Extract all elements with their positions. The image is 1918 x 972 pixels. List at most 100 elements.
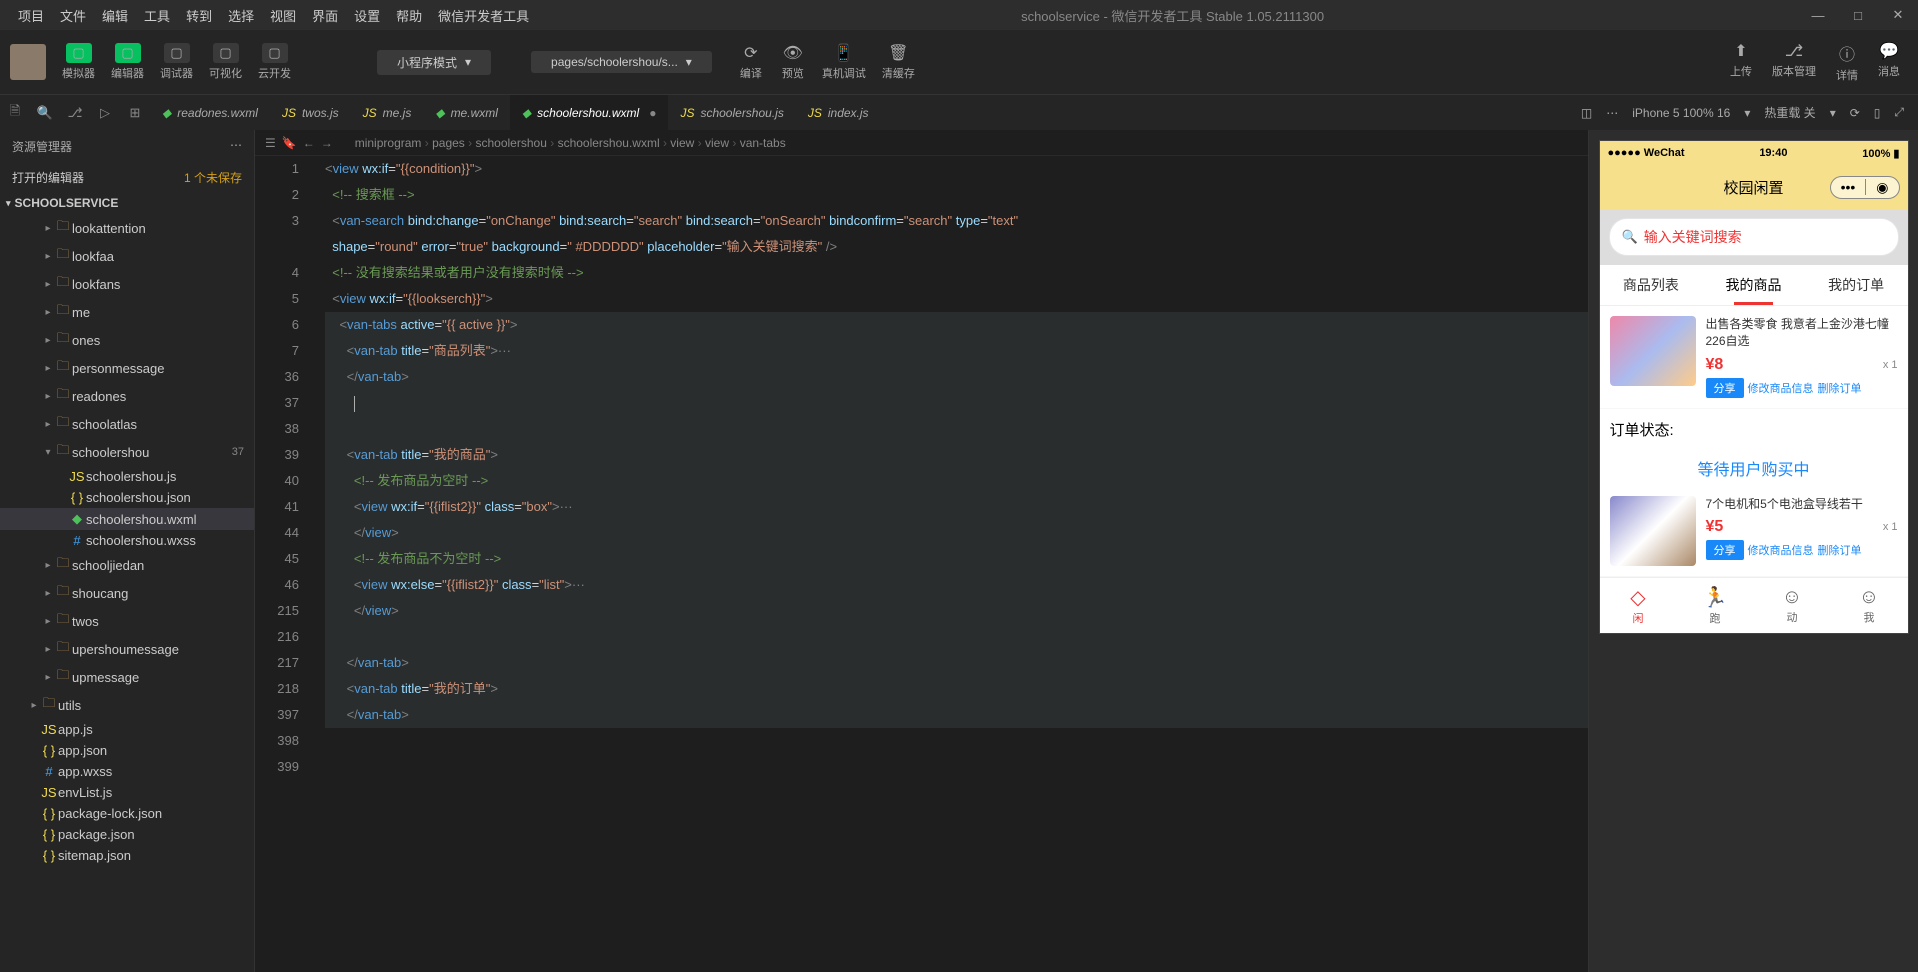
toolbar-版本管理[interactable]: ⎇版本管理: [1764, 39, 1824, 85]
tabbar-闲[interactable]: ◇闲: [1600, 578, 1677, 633]
tree-upmessage[interactable]: ▸🗀upmessage: [0, 663, 254, 691]
menu-帮助[interactable]: 帮助: [388, 6, 430, 25]
menu-设置[interactable]: 设置: [346, 6, 388, 25]
toolbar-上传[interactable]: ⬆上传: [1722, 39, 1760, 85]
tree-app.wxss[interactable]: #app.wxss: [0, 761, 254, 782]
tree-schoolatlas[interactable]: ▸🗀schoolatlas: [0, 410, 254, 438]
reload-info[interactable]: 热重载 关: [1764, 104, 1815, 121]
tree-ones[interactable]: ▸🗀ones: [0, 326, 254, 354]
tab-me.wxml[interactable]: ◆me.wxml: [423, 95, 510, 131]
tree-schoolershou.json[interactable]: { }schoolershou.json: [0, 487, 254, 508]
tree-readones[interactable]: ▸🗀readones: [0, 382, 254, 410]
share-button[interactable]: 分享: [1706, 540, 1744, 560]
split-icon[interactable]: ◫: [1581, 106, 1592, 120]
share-button[interactable]: 分享: [1706, 378, 1744, 398]
tab-readones.wxml[interactable]: ◆readones.wxml: [150, 95, 270, 131]
forward-icon[interactable]: →: [321, 136, 333, 150]
sim-tab-2[interactable]: 我的订单: [1824, 265, 1888, 305]
git-icon[interactable]: ⎇: [60, 105, 90, 121]
menu-项目[interactable]: 项目: [10, 6, 52, 25]
menu-文件[interactable]: 文件: [52, 6, 94, 25]
tree-upershoumessage[interactable]: ▸🗀upershoumessage: [0, 635, 254, 663]
mode-dropdown[interactable]: 小程序模式▾: [377, 50, 491, 75]
tree-lookattention[interactable]: ▸🗀lookattention: [0, 214, 254, 242]
tree-app.js[interactable]: JSapp.js: [0, 719, 254, 740]
toolbar-编辑器[interactable]: ▢编辑器: [105, 41, 150, 83]
menu-界面[interactable]: 界面: [304, 6, 346, 25]
tree-sitemap.json[interactable]: { }sitemap.json: [0, 845, 254, 866]
explorer-icon[interactable]: 🗎: [0, 102, 30, 124]
open-editors-header[interactable]: 打开的编辑器 1 个未保存: [0, 163, 254, 192]
device-info[interactable]: iPhone 5 100% 16: [1632, 106, 1730, 120]
edit-button[interactable]: 修改商品信息: [1748, 380, 1814, 396]
tree-schoolershou[interactable]: ▾🗀schoolershou37: [0, 438, 254, 466]
product-item[interactable]: 7个电机和5个电池盒导线若干¥5x 1分享修改商品信息删除订单: [1600, 486, 1908, 576]
avatar[interactable]: [10, 44, 46, 80]
tree-schoolershou.js[interactable]: JSschoolershou.js: [0, 466, 254, 487]
menu-转到[interactable]: 转到: [178, 6, 220, 25]
tree-shoucang[interactable]: ▸🗀shoucang: [0, 579, 254, 607]
search-icon[interactable]: 🔍: [30, 105, 60, 121]
menu-视图[interactable]: 视图: [262, 6, 304, 25]
outline-icon[interactable]: ☰: [265, 136, 276, 150]
tree-schoolershou.wxss[interactable]: #schoolershou.wxss: [0, 530, 254, 551]
ext-icon[interactable]: ⊞: [120, 105, 150, 121]
refresh-icon[interactable]: ⟳: [1850, 106, 1860, 120]
tabbar-跑[interactable]: 🏃跑: [1677, 578, 1754, 633]
tree-schoolershou.wxml[interactable]: ◆schoolershou.wxml: [0, 508, 254, 530]
tree-twos[interactable]: ▸🗀twos: [0, 607, 254, 635]
menu-微信开发者工具[interactable]: 微信开发者工具: [430, 6, 537, 25]
toolbar-可视化[interactable]: ▢可视化: [203, 41, 248, 83]
tab-me.js[interactable]: JSme.js: [351, 95, 424, 131]
tree-package-lock.json[interactable]: { }package-lock.json: [0, 803, 254, 824]
tab-schoolershou.js[interactable]: JSschoolershou.js: [668, 95, 795, 131]
menu-工具[interactable]: 工具: [136, 6, 178, 25]
toolbar-编译[interactable]: ⟳编译: [732, 41, 770, 83]
search-input[interactable]: 🔍 输入关键词搜索: [1609, 218, 1899, 256]
tree-package.json[interactable]: { }package.json: [0, 824, 254, 845]
toolbar-清缓存[interactable]: 🗑清缓存: [876, 41, 921, 83]
expand-icon[interactable]: ⤢: [1894, 105, 1904, 120]
tree-utils[interactable]: ▸🗀utils: [0, 691, 254, 719]
close-button[interactable]: ✕: [1888, 5, 1908, 25]
sim-tab-1[interactable]: 我的商品: [1721, 265, 1785, 305]
toolbar-云开发[interactable]: ▢云开发: [252, 41, 297, 83]
tree-app.json[interactable]: { }app.json: [0, 740, 254, 761]
capsule-button[interactable]: •••◉: [1830, 176, 1900, 199]
menu-选择[interactable]: 选择: [220, 6, 262, 25]
breadcrumb[interactable]: ☰ 🔖 ← → miniprogram › pages › schoolersh…: [255, 130, 1588, 156]
toolbar-消息[interactable]: 💬消息: [1870, 39, 1908, 85]
toolbar-真机调试[interactable]: 📱真机调试: [816, 41, 872, 83]
tabbar-动[interactable]: ☺动: [1754, 578, 1831, 633]
toolbar-预览[interactable]: 👁预览: [774, 41, 812, 83]
tabbar-我[interactable]: ☺我: [1831, 578, 1908, 633]
toolbar-详情[interactable]: ⓘ详情: [1828, 39, 1866, 85]
tab-schoolershou.wxml[interactable]: ◆schoolershou.wxml●: [510, 95, 669, 131]
tree-envList.js[interactable]: JSenvList.js: [0, 782, 254, 803]
more-icon[interactable]: ⋯: [230, 138, 242, 155]
back-icon[interactable]: ←: [303, 136, 315, 150]
bookmark-icon[interactable]: 🔖: [282, 136, 297, 150]
tree-me[interactable]: ▸🗀me: [0, 298, 254, 326]
tree-lookfaa[interactable]: ▸🗀lookfaa: [0, 242, 254, 270]
tree-schooljiedan[interactable]: ▸🗀schooljiedan: [0, 551, 254, 579]
toolbar-模拟器[interactable]: ▢模拟器: [56, 41, 101, 83]
page-dropdown[interactable]: pages/schoolershou/s...▾: [531, 51, 712, 73]
tab-index.js[interactable]: JSindex.js: [796, 95, 881, 131]
tab-twos.js[interactable]: JStwos.js: [270, 95, 351, 131]
edit-button[interactable]: 修改商品信息: [1748, 542, 1814, 558]
menu-编辑[interactable]: 编辑: [94, 6, 136, 25]
delete-button[interactable]: 删除订单: [1818, 542, 1862, 558]
more-icon[interactable]: ⋯: [1606, 106, 1618, 120]
toolbar-调试器[interactable]: ▢调试器: [154, 41, 199, 83]
product-item[interactable]: 出售各类零食 我意者上金沙港七幢226自选¥8x 1分享修改商品信息删除订单: [1600, 306, 1908, 408]
maximize-button[interactable]: □: [1848, 5, 1868, 25]
project-header[interactable]: ▾ SCHOOLSERVICE: [0, 192, 254, 214]
debug-icon[interactable]: ▷: [90, 105, 120, 121]
minimize-button[interactable]: —: [1808, 5, 1828, 25]
delete-button[interactable]: 删除订单: [1818, 380, 1862, 396]
code-area[interactable]: 1234567363738394041444546215216217218397…: [255, 156, 1588, 972]
tree-lookfans[interactable]: ▸🗀lookfans: [0, 270, 254, 298]
sim-tab-0[interactable]: 商品列表: [1619, 265, 1683, 305]
device-icon[interactable]: ▯: [1874, 106, 1881, 120]
